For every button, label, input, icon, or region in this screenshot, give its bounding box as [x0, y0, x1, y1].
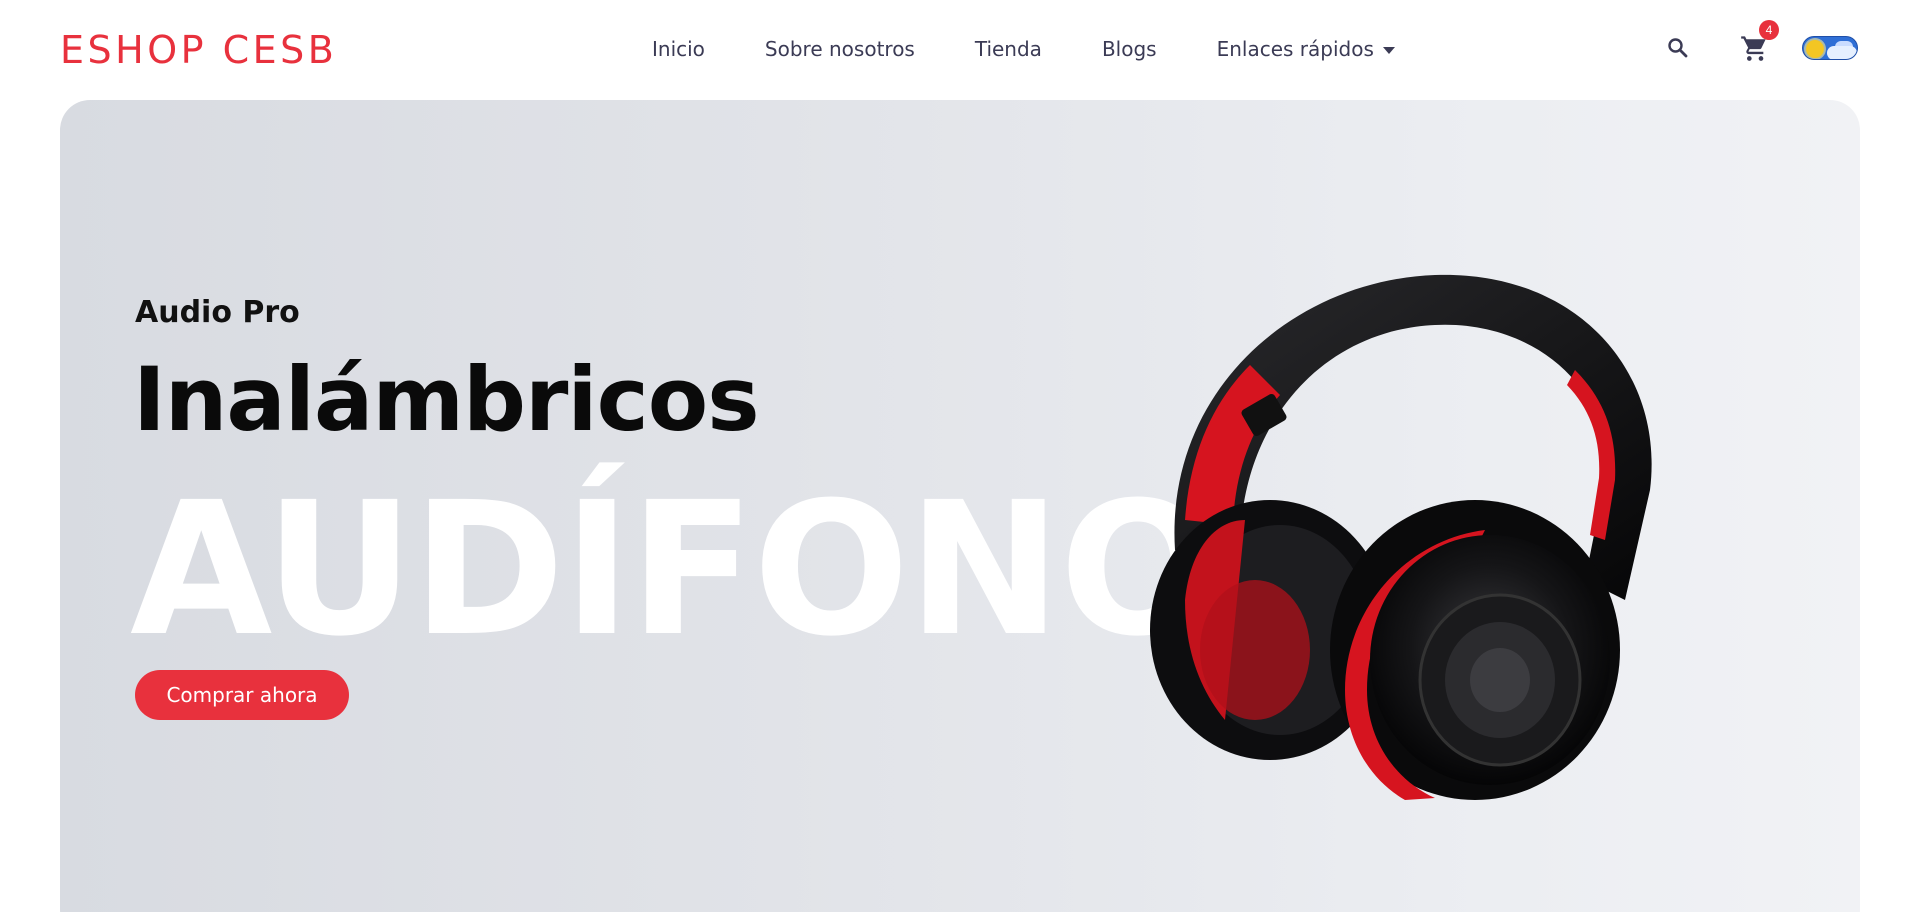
site-header: ESHOP CESB Inicio Sobre nosotros Tienda …: [0, 0, 1920, 100]
hero-subtitle: Audio Pro: [135, 295, 300, 330]
nav-item-tienda[interactable]: Tienda: [975, 34, 1042, 64]
nav-item-label: Inicio: [652, 37, 705, 61]
hero-banner: Audio Pro Inalámbricos AUDÍFONO Comprar …: [60, 100, 1860, 912]
headphones-image: [1150, 274, 1652, 800]
hero-background-text: AUDÍFONO: [130, 463, 1216, 677]
sun-icon: [1806, 40, 1824, 58]
site-logo[interactable]: ESHOP CESB: [60, 28, 337, 72]
hero-title: Inalámbricos: [133, 348, 760, 451]
nav-item-inicio[interactable]: Inicio: [652, 34, 705, 64]
nav-item-label: Enlaces rápidos: [1216, 37, 1374, 61]
search-icon[interactable]: [1666, 36, 1690, 60]
cloud-icon: [1827, 46, 1857, 59]
nav-item-enlaces-rapidos[interactable]: Enlaces rápidos: [1217, 34, 1395, 64]
nav-item-label: Tienda: [974, 37, 1042, 61]
nav-item-sobre-nosotros[interactable]: Sobre nosotros: [765, 34, 915, 64]
nav-item-blogs[interactable]: Blogs: [1102, 34, 1157, 64]
nav-item-label: Sobre nosotros: [764, 37, 915, 61]
cart-count-badge: 4: [1759, 20, 1779, 40]
nav-item-label: Blogs: [1101, 37, 1157, 61]
main-nav: Inicio Sobre nosotros Tienda Blogs Enlac…: [652, 34, 1395, 64]
buy-now-button[interactable]: Comprar ahora: [135, 670, 349, 720]
caret-down-icon: [1382, 46, 1395, 54]
theme-toggle[interactable]: [1802, 36, 1858, 60]
